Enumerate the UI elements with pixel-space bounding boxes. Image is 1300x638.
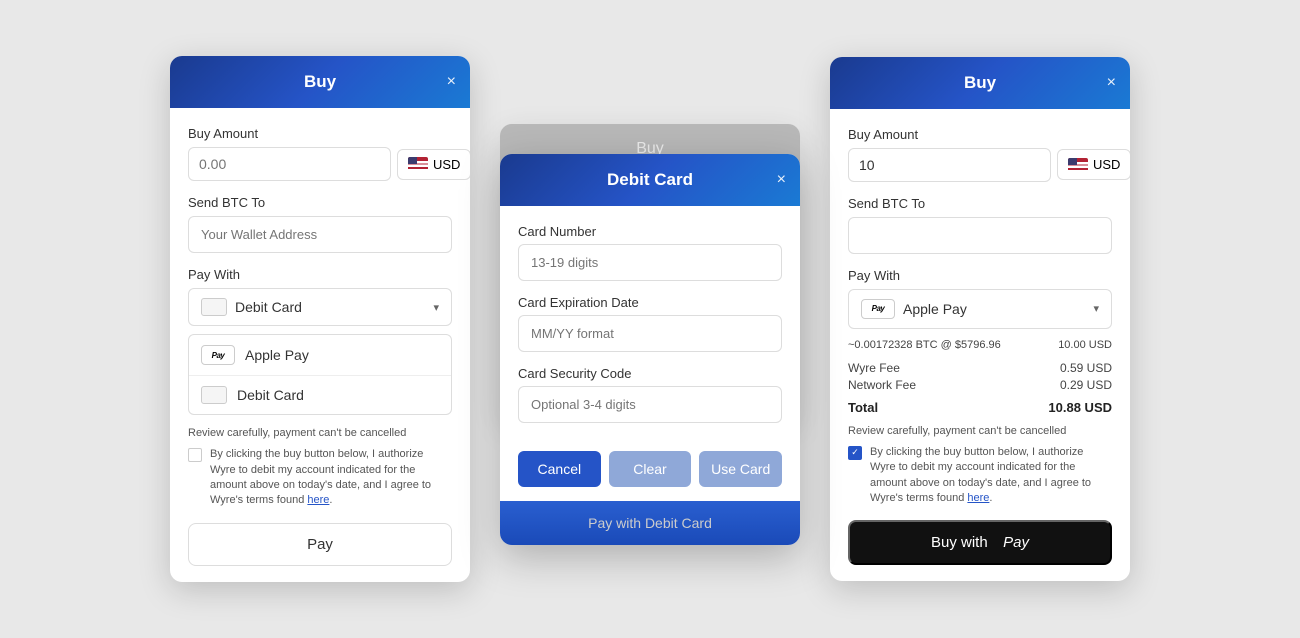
panel1-checkbox-row: By clicking the buy button below, I auth… bbox=[188, 447, 452, 509]
panel1-pay-with-left: Debit Card bbox=[201, 298, 302, 316]
panel3-pay-with-select[interactable]: Pay Apple Pay ▾ bbox=[848, 289, 1112, 329]
panel1-pay-with-value: Debit Card bbox=[235, 299, 302, 315]
option-debit-card[interactable]: Debit Card bbox=[189, 376, 451, 414]
panel1-body: Buy Amount USD › ₿ BTC ▾ Send BTC To Pay… bbox=[170, 108, 470, 582]
applepay-option-icon: Pay bbox=[201, 345, 235, 365]
clear-button[interactable]: Clear bbox=[609, 451, 692, 487]
panel1-wallet-input[interactable] bbox=[188, 216, 452, 253]
panel3-total-row: Total 10.88 USD bbox=[848, 396, 1112, 415]
use-card-button[interactable]: Use Card bbox=[699, 451, 782, 487]
panel1-dropdown-options: Pay Apple Pay Debit Card bbox=[188, 334, 452, 415]
modal-title: Debit Card bbox=[607, 170, 693, 190]
panel3-network-fee-label: Network Fee bbox=[848, 378, 916, 392]
option-debit-card-label: Debit Card bbox=[237, 387, 304, 403]
security-input[interactable] bbox=[518, 386, 782, 423]
panel1-terms-link[interactable]: here bbox=[307, 494, 329, 506]
panel1-review-text: Review carefully, payment can't be cance… bbox=[188, 427, 452, 439]
panel3-usd-select[interactable]: USD bbox=[1057, 149, 1130, 180]
panel1-pay-button[interactable]: Pay bbox=[188, 523, 452, 566]
card-number-input[interactable] bbox=[518, 244, 782, 281]
panel3-usd-label: USD bbox=[1093, 157, 1120, 172]
panel1-send-to-label: Send BTC To bbox=[188, 195, 452, 210]
pay-with-chevron-icon: ▾ bbox=[433, 301, 439, 314]
panel3-btc-amount: ~0.00172328 BTC @ $5796.96 10.00 USD bbox=[848, 339, 1112, 351]
panel3-amount-row: USD › ₿ BTC ▾ bbox=[848, 148, 1112, 182]
panel3-network-fee-row: Network Fee 0.29 USD bbox=[848, 378, 1112, 392]
modal-buttons: Cancel Clear Use Card bbox=[500, 437, 800, 487]
panel3-pay-btn-text: Buy with bbox=[931, 534, 988, 551]
panel-buy-2-wrapper: Buy × Buy Amount Debit Card × Card Numbe… bbox=[490, 94, 810, 545]
panel3-wyre-fee-label: Wyre Fee bbox=[848, 361, 900, 375]
modal-close-button[interactable]: × bbox=[777, 171, 786, 189]
panel3-title: Buy bbox=[964, 73, 996, 93]
security-group: Card Security Code bbox=[518, 366, 782, 423]
panel3-checkbox[interactable]: ✓ bbox=[848, 446, 862, 460]
panel3-terms-link[interactable]: here bbox=[967, 492, 989, 504]
expiration-group: Card Expiration Date bbox=[518, 295, 782, 352]
panel1-amount-row: USD › ₿ BTC ▾ bbox=[188, 147, 452, 181]
panel3-buy-amount-label: Buy Amount bbox=[848, 127, 1112, 142]
panel3-wyre-fee-row: Wyre Fee 0.59 USD bbox=[848, 361, 1112, 375]
panel3-amount-input[interactable] bbox=[848, 148, 1051, 182]
panel3-total-label: Total bbox=[848, 400, 878, 415]
panel3-chevron-icon: ▾ bbox=[1093, 302, 1099, 315]
option-apple-pay-label: Apple Pay bbox=[245, 347, 309, 363]
panel3-pay-with-label: Pay With bbox=[848, 268, 1112, 283]
card-number-group: Card Number bbox=[518, 224, 782, 281]
modal-footer-button[interactable]: Pay with Debit Card bbox=[500, 501, 800, 545]
panel3-network-fee: 0.29 USD bbox=[1060, 378, 1112, 392]
expiration-input[interactable] bbox=[518, 315, 782, 352]
panel1-close-button[interactable]: × bbox=[447, 73, 456, 91]
panel1-pay-with-label: Pay With bbox=[188, 267, 452, 282]
card-number-label: Card Number bbox=[518, 224, 782, 239]
panel3-wyre-fee: 0.59 USD bbox=[1060, 361, 1112, 375]
panel1-pay-with-select[interactable]: Debit Card ▾ bbox=[188, 288, 452, 326]
panel3-wallet-input[interactable] bbox=[848, 217, 1112, 254]
panel3-pay-button[interactable]: Buy with Pay bbox=[848, 520, 1112, 565]
panel3-close-button[interactable]: × bbox=[1107, 74, 1116, 92]
panel3-review-text: Review carefully, payment can't be cance… bbox=[848, 425, 1112, 437]
panel1-checkbox[interactable] bbox=[188, 448, 202, 462]
panel1-usd-select[interactable]: USD bbox=[397, 149, 470, 180]
panel3-checkbox-text: By clicking the buy button below, I auth… bbox=[870, 445, 1112, 507]
panel1-buy-amount-label: Buy Amount bbox=[188, 126, 452, 141]
pay-debit-label: Pay with Debit Card bbox=[588, 515, 712, 531]
expiration-label: Card Expiration Date bbox=[518, 295, 782, 310]
panel3-body: Buy Amount USD › ₿ BTC ▾ Send BTC To Pay… bbox=[830, 109, 1130, 582]
card-icon bbox=[201, 298, 227, 316]
panel3-checkbox-row: ✓ By clicking the buy button below, I au… bbox=[848, 445, 1112, 507]
panel-buy-1: Buy × Buy Amount USD › ₿ BTC ▾ Send BTC … bbox=[170, 56, 470, 582]
panel3-header: Buy × bbox=[830, 57, 1130, 109]
panel3-usd-flag-icon bbox=[1068, 158, 1088, 172]
panel3-send-to-label: Send BTC To bbox=[848, 196, 1112, 211]
panel1-header: Buy × bbox=[170, 56, 470, 108]
modal-header: Debit Card × bbox=[500, 154, 800, 206]
cancel-button[interactable]: Cancel bbox=[518, 451, 601, 487]
modal-body: Card Number Card Expiration Date Card Se… bbox=[500, 206, 800, 423]
panel1-checkbox-text: By clicking the buy button below, I auth… bbox=[210, 447, 452, 509]
panel1-amount-input[interactable] bbox=[188, 147, 391, 181]
panel1-usd-label: USD bbox=[433, 157, 460, 172]
usd-flag-icon bbox=[408, 157, 428, 171]
panel1-title: Buy bbox=[304, 72, 336, 92]
debit-card-option-icon bbox=[201, 386, 227, 404]
panel3-apple-pay-icon: Pay bbox=[992, 534, 1029, 551]
panel3-amount-right: 10.00 USD bbox=[1058, 339, 1112, 351]
option-apple-pay[interactable]: Pay Apple Pay bbox=[189, 335, 451, 376]
panel3-pay-with-left: Pay Apple Pay bbox=[861, 299, 967, 319]
security-label: Card Security Code bbox=[518, 366, 782, 381]
panel3-pay-with-value: Apple Pay bbox=[903, 301, 967, 317]
panel3-btc-line: ~0.00172328 BTC @ $5796.96 bbox=[848, 339, 1001, 351]
panel3-total: 10.88 USD bbox=[1048, 400, 1112, 415]
panel3-applepay-icon: Pay bbox=[861, 299, 895, 319]
panel-buy-3: Buy × Buy Amount USD › ₿ BTC ▾ Send BTC … bbox=[830, 57, 1130, 582]
debit-card-modal: Debit Card × Card Number Card Expiration… bbox=[500, 154, 800, 545]
